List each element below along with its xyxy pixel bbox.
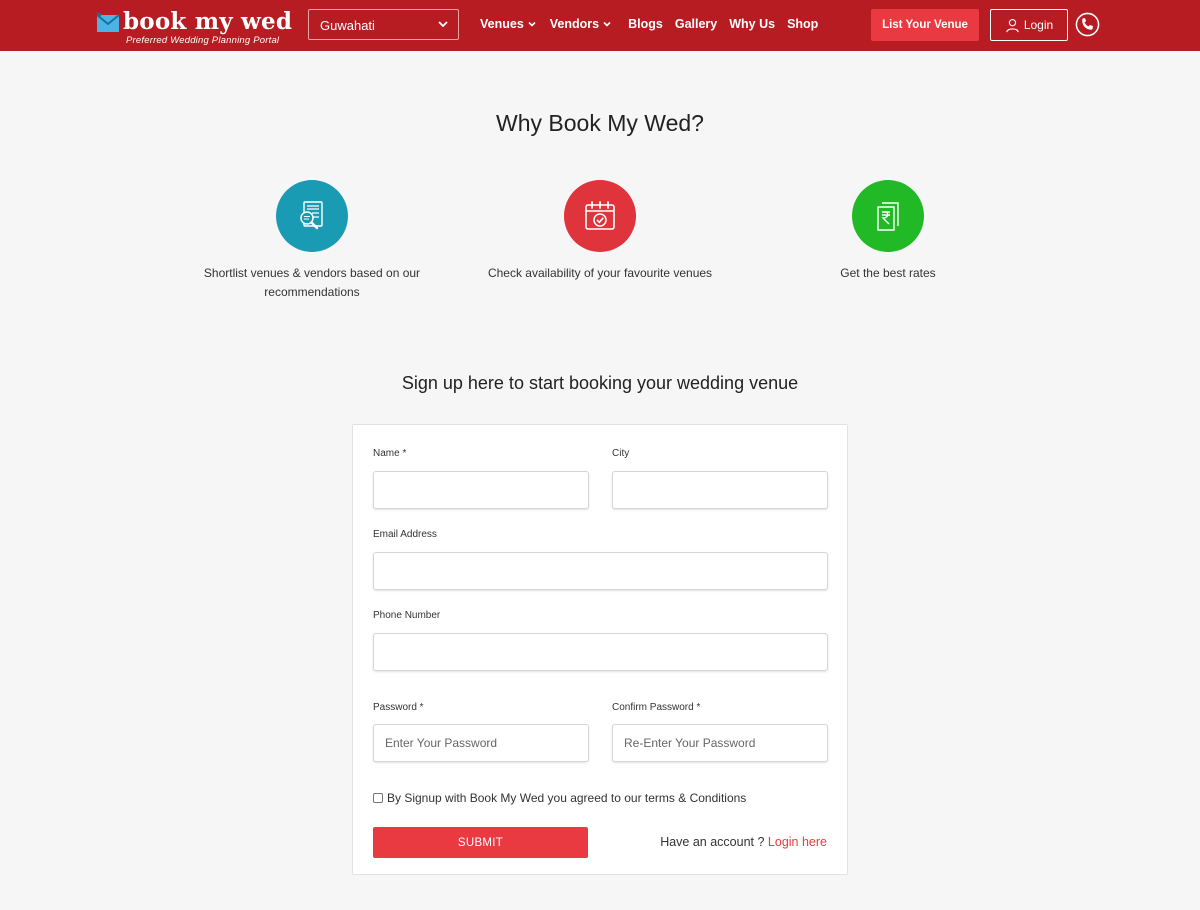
email-label: Email Address — [373, 529, 437, 540]
nav-label: Blogs — [628, 17, 663, 31]
name-input[interactable] — [373, 471, 589, 509]
document-search-icon — [300, 201, 323, 230]
list-your-venue-button[interactable]: List Your Venue — [871, 9, 979, 41]
terms-text: By Signup with Book My Wed you agreed to… — [387, 791, 747, 805]
login-button[interactable]: Login — [990, 9, 1068, 41]
signup-form: Name * City Email Address Phone Number P… — [352, 424, 848, 875]
user-icon — [1006, 18, 1019, 32]
chevron-down-icon — [528, 21, 536, 27]
login-label: Login — [1023, 18, 1054, 32]
nav-item-shop[interactable]: Shop — [787, 17, 818, 31]
feature-availability: Check availability of your favourite ven… — [470, 180, 730, 283]
logo-text: book my wed — [123, 8, 293, 35]
top-header: book my wed Preferred Wedding Planning P… — [0, 0, 1200, 51]
chevron-down-icon — [603, 21, 611, 27]
logo-envelope-icon — [96, 12, 120, 32]
nav-item-venues[interactable]: Venues — [480, 17, 536, 31]
city-label: City — [612, 448, 630, 459]
login-here-link[interactable]: Login here — [768, 835, 827, 849]
nav-label: Why Us — [729, 17, 776, 31]
feature-shortlist: Shortlist venues & vendors based on our … — [182, 180, 442, 302]
feature-icon-circle — [276, 180, 348, 252]
email-input[interactable] — [373, 552, 828, 590]
nav-item-blogs[interactable]: Blogs — [628, 17, 663, 31]
feature-text: Check availability of your favourite ven… — [487, 266, 713, 280]
confirm-password-label: Confirm Password * — [612, 702, 701, 713]
name-label: Name * — [373, 448, 407, 459]
feature-icon-circle — [852, 180, 924, 252]
chevron-down-icon — [438, 21, 448, 28]
nav-label: Vendors — [549, 17, 600, 31]
phone-input[interactable] — [373, 633, 828, 671]
logo-tagline: Preferred Wedding Planning Portal — [126, 35, 280, 46]
logo[interactable]: book my wed Preferred Wedding Planning P… — [96, 8, 292, 46]
nav-item-gallery[interactable]: Gallery — [675, 17, 717, 31]
phone-icon[interactable] — [1075, 12, 1100, 37]
have-account-text: Have an account ? — [660, 835, 765, 849]
city-select[interactable]: Guwahati — [308, 9, 459, 40]
password-label: Password * — [373, 702, 424, 713]
why-title: Why Book My Wed? — [496, 110, 704, 136]
city-input[interactable] — [612, 471, 828, 509]
feature-icon-circle — [564, 180, 636, 252]
terms-row: By Signup with Book My Wed you agreed to… — [373, 791, 746, 805]
nav-label: Venues — [480, 17, 524, 31]
phone-label: Phone Number — [373, 610, 441, 621]
submit-button[interactable]: SUBMIT — [373, 827, 588, 858]
confirm-password-input[interactable] — [612, 724, 828, 762]
nav-label: Gallery — [674, 17, 718, 31]
calendar-check-icon — [585, 201, 615, 230]
nav-label: Shop — [787, 17, 819, 31]
feature-text: Get the best rates — [840, 266, 936, 280]
rupee-document-icon — [877, 202, 899, 231]
password-input[interactable] — [373, 724, 589, 762]
city-select-value: Guwahati — [320, 18, 375, 33]
main-nav: Venues Vendors Blogs Gallery Why Us Shop — [480, 17, 818, 31]
signup-title: Sign up here to start booking your weddi… — [401, 373, 799, 393]
nav-item-why-us[interactable]: Why Us — [729, 17, 775, 31]
feature-best-rates: Get the best rates — [758, 180, 1018, 283]
feature-text: Shortlist venues & vendors based on our … — [203, 266, 421, 299]
terms-checkbox[interactable] — [373, 793, 383, 803]
have-account: Have an account ? Login here — [660, 835, 827, 849]
nav-item-vendors[interactable]: Vendors — [550, 17, 611, 31]
